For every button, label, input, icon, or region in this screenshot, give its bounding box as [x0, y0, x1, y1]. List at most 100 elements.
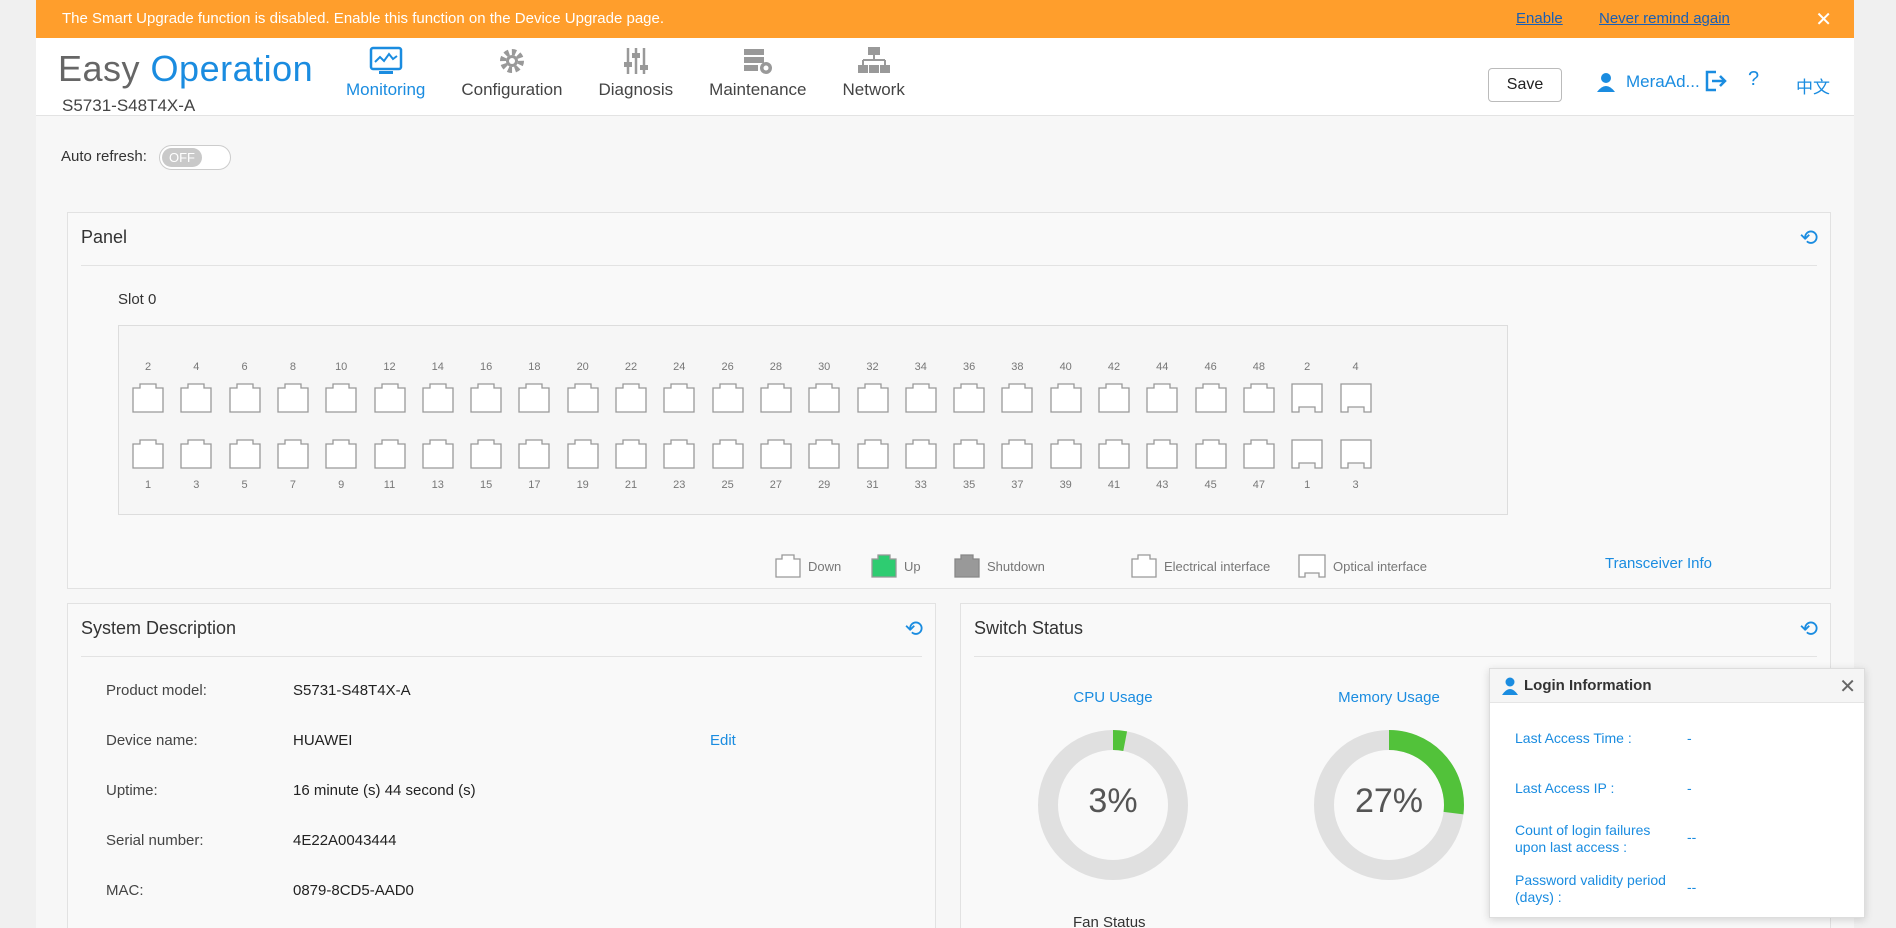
- cpu-usage-value: 3%: [1088, 782, 1138, 820]
- optical-port[interactable]: [1339, 438, 1373, 470]
- electrical-port[interactable]: [131, 438, 165, 470]
- system-description-card: System Description ⟲ Product model: S573…: [67, 603, 936, 928]
- nav-network[interactable]: Network: [843, 46, 905, 100]
- electrical-port[interactable]: [373, 438, 407, 470]
- electrical-port[interactable]: [324, 382, 358, 414]
- electrical-port[interactable]: [1242, 438, 1276, 470]
- logout-icon[interactable]: [1704, 70, 1728, 92]
- electrical-port[interactable]: [566, 438, 600, 470]
- nav-maintenance[interactable]: Maintenance: [709, 46, 807, 100]
- electrical-port[interactable]: [1194, 438, 1228, 470]
- port-number: 46: [1204, 361, 1217, 373]
- save-button[interactable]: Save: [1488, 68, 1562, 102]
- panel-refresh-icon[interactable]: ⟲: [1800, 225, 1818, 251]
- port-number: 18: [528, 361, 541, 373]
- electrical-port[interactable]: [614, 438, 648, 470]
- electrical-port[interactable]: [469, 438, 503, 470]
- switch-status-refresh-icon[interactable]: ⟲: [1800, 616, 1818, 642]
- electrical-port[interactable]: [1097, 438, 1131, 470]
- optical-port[interactable]: [1290, 382, 1324, 414]
- legend-shutdown-label: Shutdown: [987, 558, 1045, 574]
- electrical-port[interactable]: [276, 382, 310, 414]
- electrical-port[interactable]: [179, 382, 213, 414]
- port-number: 1: [144, 479, 152, 491]
- optical-interface-icon: [1298, 554, 1326, 578]
- user-icon: [1502, 677, 1518, 695]
- electrical-port[interactable]: [276, 438, 310, 470]
- port-number: 15: [479, 479, 493, 491]
- product-model-label: Product model:: [106, 682, 207, 699]
- electrical-port[interactable]: [1145, 438, 1179, 470]
- port-number: 17: [528, 479, 541, 491]
- electrical-port[interactable]: [807, 438, 841, 470]
- port-number: 27: [769, 479, 783, 491]
- electrical-port[interactable]: [711, 438, 745, 470]
- help-icon[interactable]: ?: [1748, 68, 1759, 91]
- electrical-port[interactable]: [1000, 438, 1034, 470]
- electrical-port[interactable]: [179, 438, 213, 470]
- nav-diagnosis[interactable]: Diagnosis: [599, 46, 673, 100]
- electrical-port[interactable]: [566, 382, 600, 414]
- sysdesc-refresh-icon[interactable]: ⟲: [905, 616, 923, 642]
- optical-port[interactable]: [1290, 438, 1324, 470]
- port-number: 7: [289, 479, 296, 491]
- auto-refresh-toggle[interactable]: OFF: [159, 145, 231, 170]
- edit-device-name-link[interactable]: Edit: [710, 732, 736, 749]
- electrical-port[interactable]: [1242, 382, 1276, 414]
- transceiver-info-link[interactable]: Transceiver Info: [1605, 555, 1712, 572]
- banner-close-icon[interactable]: ✕: [1815, 7, 1832, 32]
- electrical-port[interactable]: [662, 382, 696, 414]
- electrical-port[interactable]: [759, 438, 793, 470]
- electrical-port[interactable]: [1000, 382, 1034, 414]
- electrical-port[interactable]: [421, 382, 455, 414]
- electrical-port[interactable]: [421, 438, 455, 470]
- enable-link[interactable]: Enable: [1516, 10, 1563, 27]
- electrical-port[interactable]: [1097, 382, 1131, 414]
- electrical-port[interactable]: [904, 382, 938, 414]
- electrical-port[interactable]: [662, 438, 696, 470]
- electrical-port[interactable]: [373, 382, 407, 414]
- electrical-port[interactable]: [517, 438, 551, 470]
- electrical-port[interactable]: [904, 438, 938, 470]
- port-number: 45: [1204, 479, 1217, 491]
- electrical-port[interactable]: [856, 438, 890, 470]
- electrical-port[interactable]: [807, 382, 841, 414]
- electrical-port[interactable]: [952, 382, 986, 414]
- electrical-port[interactable]: [1049, 382, 1083, 414]
- electrical-port[interactable]: [131, 382, 165, 414]
- login-info-close-icon[interactable]: ✕: [1839, 674, 1856, 699]
- electrical-port[interactable]: [759, 382, 793, 414]
- electrical-port[interactable]: [614, 382, 648, 414]
- electrical-port[interactable]: [1049, 438, 1083, 470]
- electrical-port[interactable]: [1194, 382, 1228, 414]
- language-switch[interactable]: 中文: [1796, 73, 1830, 98]
- nav-monitoring[interactable]: Monitoring: [346, 46, 425, 100]
- port-number: 43: [1156, 479, 1169, 491]
- nav-configuration[interactable]: Configuration: [461, 46, 563, 100]
- port-number: 37: [1011, 479, 1024, 491]
- panel-card: Panel ⟲ Slot 0 2 4 6 8 10 12 14 16 18 20 22 24 26 28 3…: [67, 212, 1831, 589]
- electrical-port[interactable]: [711, 382, 745, 414]
- port-number: 42: [1107, 361, 1121, 373]
- never-remind-link[interactable]: Never remind again: [1599, 10, 1730, 27]
- user-menu[interactable]: MeraAd...: [1596, 72, 1700, 92]
- port-shutdown-icon: [954, 554, 980, 578]
- port-number: 3: [1352, 479, 1359, 491]
- optical-port[interactable]: [1339, 382, 1373, 414]
- nav-maintenance-label: Maintenance: [709, 80, 807, 99]
- port-number: 4: [193, 361, 200, 373]
- panel-title: Panel: [81, 227, 128, 247]
- electrical-port[interactable]: [856, 382, 890, 414]
- electrical-port[interactable]: [228, 382, 262, 414]
- login-info-popup: Login Information ✕ Last Access Time : -…: [1489, 668, 1865, 918]
- electrical-port[interactable]: [324, 438, 358, 470]
- port-number: 28: [769, 361, 783, 373]
- electrical-port[interactable]: [228, 438, 262, 470]
- electrical-port[interactable]: [952, 438, 986, 470]
- electrical-port[interactable]: [517, 382, 551, 414]
- port-number: 10: [335, 361, 348, 373]
- port-number: 6: [241, 361, 248, 373]
- electrical-port[interactable]: [1145, 382, 1179, 414]
- port-number: 23: [673, 479, 686, 491]
- electrical-port[interactable]: [469, 382, 503, 414]
